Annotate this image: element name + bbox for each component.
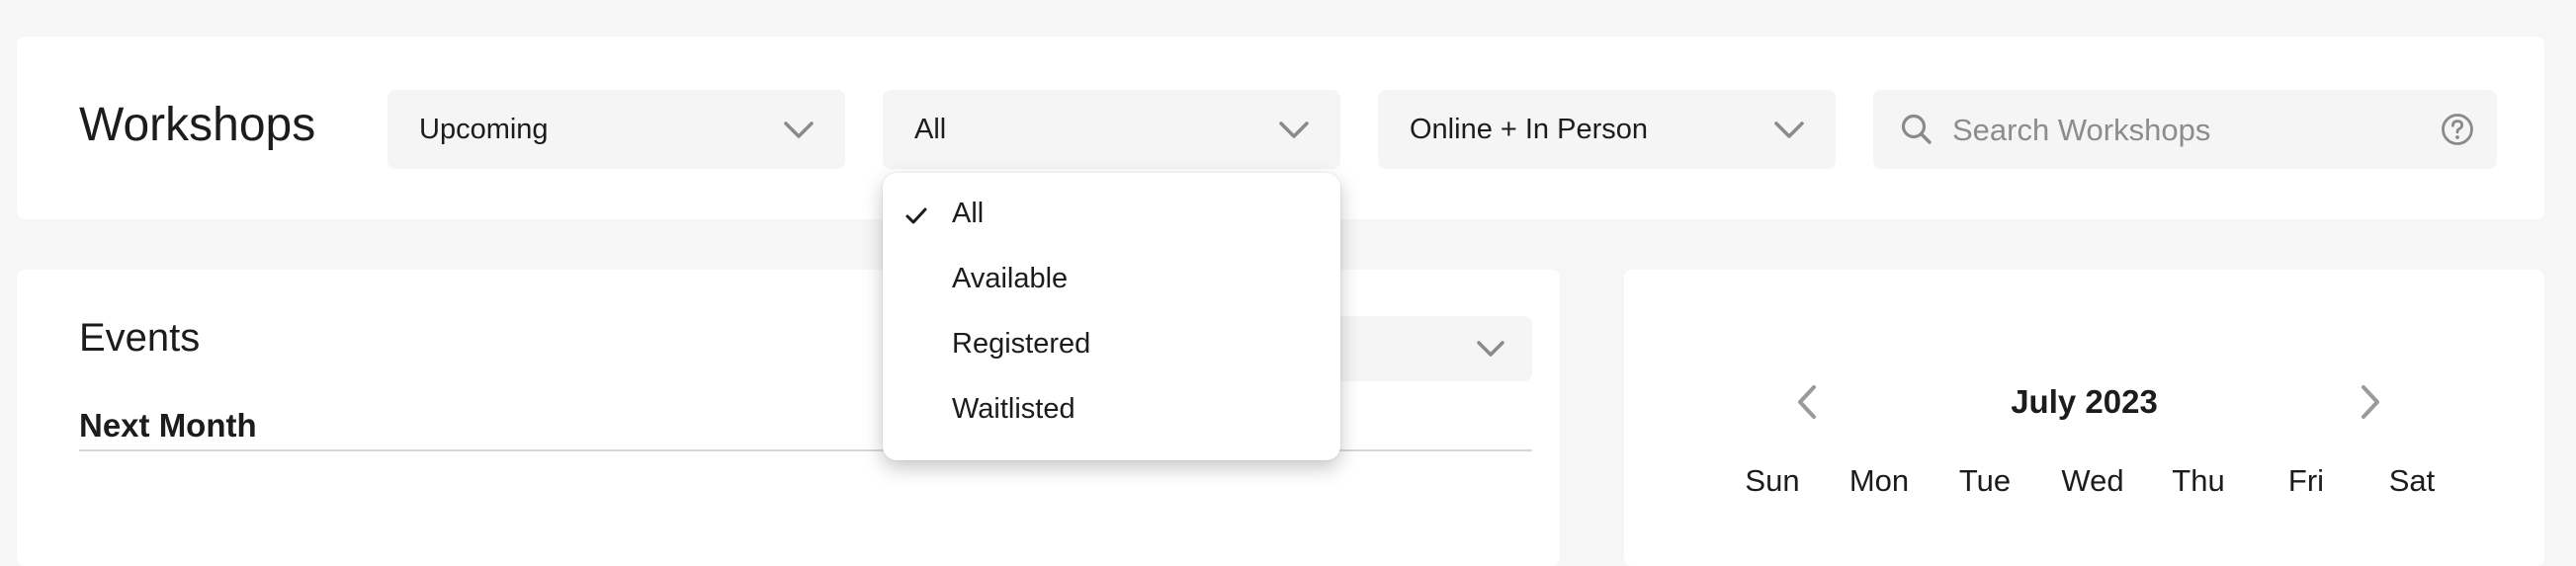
- dropdown-option-label: All: [952, 198, 985, 229]
- dropdown-option-waitlisted[interactable]: Waitlisted: [883, 380, 1340, 442]
- weekday-label-sat: Sat: [2388, 463, 2436, 498]
- dropdown-option-available[interactable]: Available: [883, 250, 1340, 311]
- search-input[interactable]: [1950, 104, 2409, 157]
- dropdown-option-label: Available: [952, 263, 1069, 294]
- search-icon: [1901, 114, 1932, 144]
- dropdown-option-registered[interactable]: Registered: [883, 315, 1340, 376]
- format-filter-value: Online + In Person: [1410, 113, 1649, 145]
- status-filter-select[interactable]: All: [883, 90, 1340, 169]
- weekday-label-thu: Thu: [2172, 463, 2225, 498]
- calendar-card: July 2023 Sun Mon Tue Wed Thu Fri Sat: [1624, 270, 2544, 566]
- status-dropdown-menu: All Available Registered Waitlisted: [883, 173, 1340, 460]
- status-filter-value: All: [914, 113, 947, 145]
- weekday-label-sun: Sun: [1745, 463, 1800, 498]
- chevron-down-icon: [784, 121, 814, 138]
- chevron-right-icon[interactable]: [2356, 383, 2385, 421]
- weekday-label-fri: Fri: [2287, 463, 2325, 498]
- weekday-label-mon: Mon: [1848, 463, 1910, 498]
- check-icon: [905, 207, 927, 224]
- events-title: Events: [79, 316, 201, 360]
- period-filter-select[interactable]: Upcoming: [387, 90, 845, 169]
- search-box: [1873, 90, 2497, 169]
- help-icon[interactable]: [2440, 112, 2475, 147]
- chevron-down-icon: [1477, 341, 1504, 357]
- calendar-month-label: July 2023: [2011, 383, 2158, 420]
- dropdown-option-all[interactable]: All: [883, 185, 1340, 246]
- weekday-label-wed: Wed: [2061, 463, 2124, 498]
- format-filter-select[interactable]: Online + In Person: [1378, 90, 1836, 169]
- chevron-left-icon[interactable]: [1792, 383, 1822, 421]
- dropdown-option-label: Waitlisted: [952, 393, 1075, 425]
- period-filter-value: Upcoming: [419, 113, 549, 145]
- page-title: Workshops: [79, 99, 316, 151]
- weekday-label-tue: Tue: [1958, 463, 2012, 498]
- section-heading-next-month: Next Month: [79, 407, 257, 444]
- chevron-down-icon: [1774, 121, 1804, 138]
- chevron-down-icon: [1279, 121, 1309, 138]
- dropdown-option-label: Registered: [952, 328, 1091, 360]
